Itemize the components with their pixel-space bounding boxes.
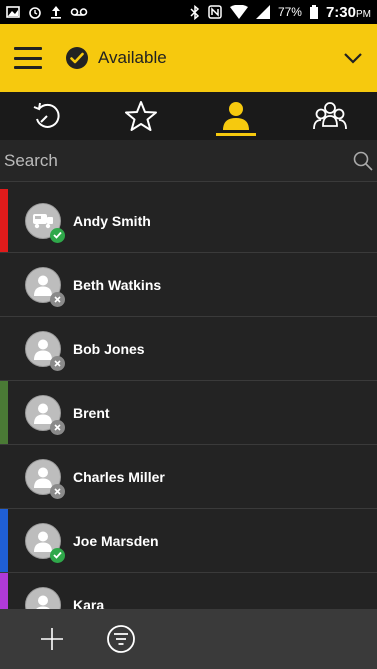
group-icon <box>312 102 347 130</box>
contact-name: Joe Marsden <box>73 532 159 549</box>
person-avatar-icon <box>25 394 65 435</box>
bluetooth-icon <box>190 4 200 20</box>
offline-status-icon <box>50 291 65 307</box>
contact-name: Bob Jones <box>73 340 145 357</box>
available-status-icon <box>50 547 65 563</box>
contact-color-tag <box>0 189 8 252</box>
contact-name: Andy Smith <box>73 212 151 229</box>
person-avatar-icon <box>25 586 61 609</box>
tab-favorites[interactable] <box>94 92 188 140</box>
presence-status-label[interactable]: Available <box>98 48 167 68</box>
search-input[interactable] <box>4 150 353 171</box>
person-avatar-icon <box>25 522 65 563</box>
app-header: Available <box>0 24 377 92</box>
person-icon <box>222 102 249 130</box>
image-icon <box>6 6 20 18</box>
contact-list: Andy Smith Beth Watkins Bob Jones Brent Char… <box>0 189 377 609</box>
device-avatar-icon <box>25 202 65 243</box>
available-check-icon[interactable] <box>66 47 88 69</box>
clock-ampm: PM <box>356 8 371 20</box>
contact-row[interactable]: Andy Smith <box>0 189 377 253</box>
search-bar <box>0 140 377 182</box>
plus-icon[interactable] <box>40 627 64 651</box>
contact-name: Beth Watkins <box>73 276 162 293</box>
clock-time: 7:30 <box>325 3 356 21</box>
filter-icon[interactable] <box>106 624 136 654</box>
chevron-down-icon[interactable] <box>343 52 363 64</box>
contact-name: Charles Miller <box>73 468 165 485</box>
offline-status-icon <box>50 419 65 435</box>
contact-color-tag <box>0 381 8 444</box>
tab-contacts[interactable] <box>189 92 283 140</box>
tab-recent[interactable] <box>0 92 94 140</box>
contact-row[interactable]: Kara <box>0 573 377 609</box>
hamburger-menu-icon[interactable] <box>14 47 42 69</box>
person-avatar-icon <box>25 458 65 499</box>
battery-percent: 77% <box>277 5 302 19</box>
tab-groups[interactable] <box>283 92 377 140</box>
voicemail-icon <box>70 8 88 16</box>
contact-color-tag <box>0 573 8 609</box>
contact-name: Brent <box>73 404 110 421</box>
upload-icon <box>51 6 61 19</box>
status-bar: 77% 7:30PM <box>0 0 377 24</box>
available-status-icon <box>50 227 65 243</box>
contact-name: Kara <box>73 596 105 610</box>
battery-icon <box>309 5 318 19</box>
clock-icon <box>29 7 41 19</box>
nfc-icon <box>208 5 222 19</box>
history-icon <box>33 102 60 128</box>
contact-row[interactable]: Joe Marsden <box>0 509 377 573</box>
contact-color-tag <box>0 509 8 572</box>
signal-icon <box>255 5 270 19</box>
bottom-toolbar <box>0 609 377 669</box>
contact-row[interactable]: Bob Jones <box>0 317 377 381</box>
person-avatar-icon <box>25 330 65 371</box>
offline-status-icon <box>50 483 65 499</box>
contact-row[interactable]: Charles Miller <box>0 445 377 509</box>
tab-bar <box>0 92 377 140</box>
star-icon <box>125 101 158 131</box>
offline-status-icon <box>50 355 65 371</box>
wifi-icon <box>229 5 248 19</box>
search-icon[interactable] <box>353 151 373 171</box>
contact-row[interactable]: Beth Watkins <box>0 253 377 317</box>
person-avatar-icon <box>25 266 65 307</box>
contact-row[interactable]: Brent <box>0 381 377 445</box>
